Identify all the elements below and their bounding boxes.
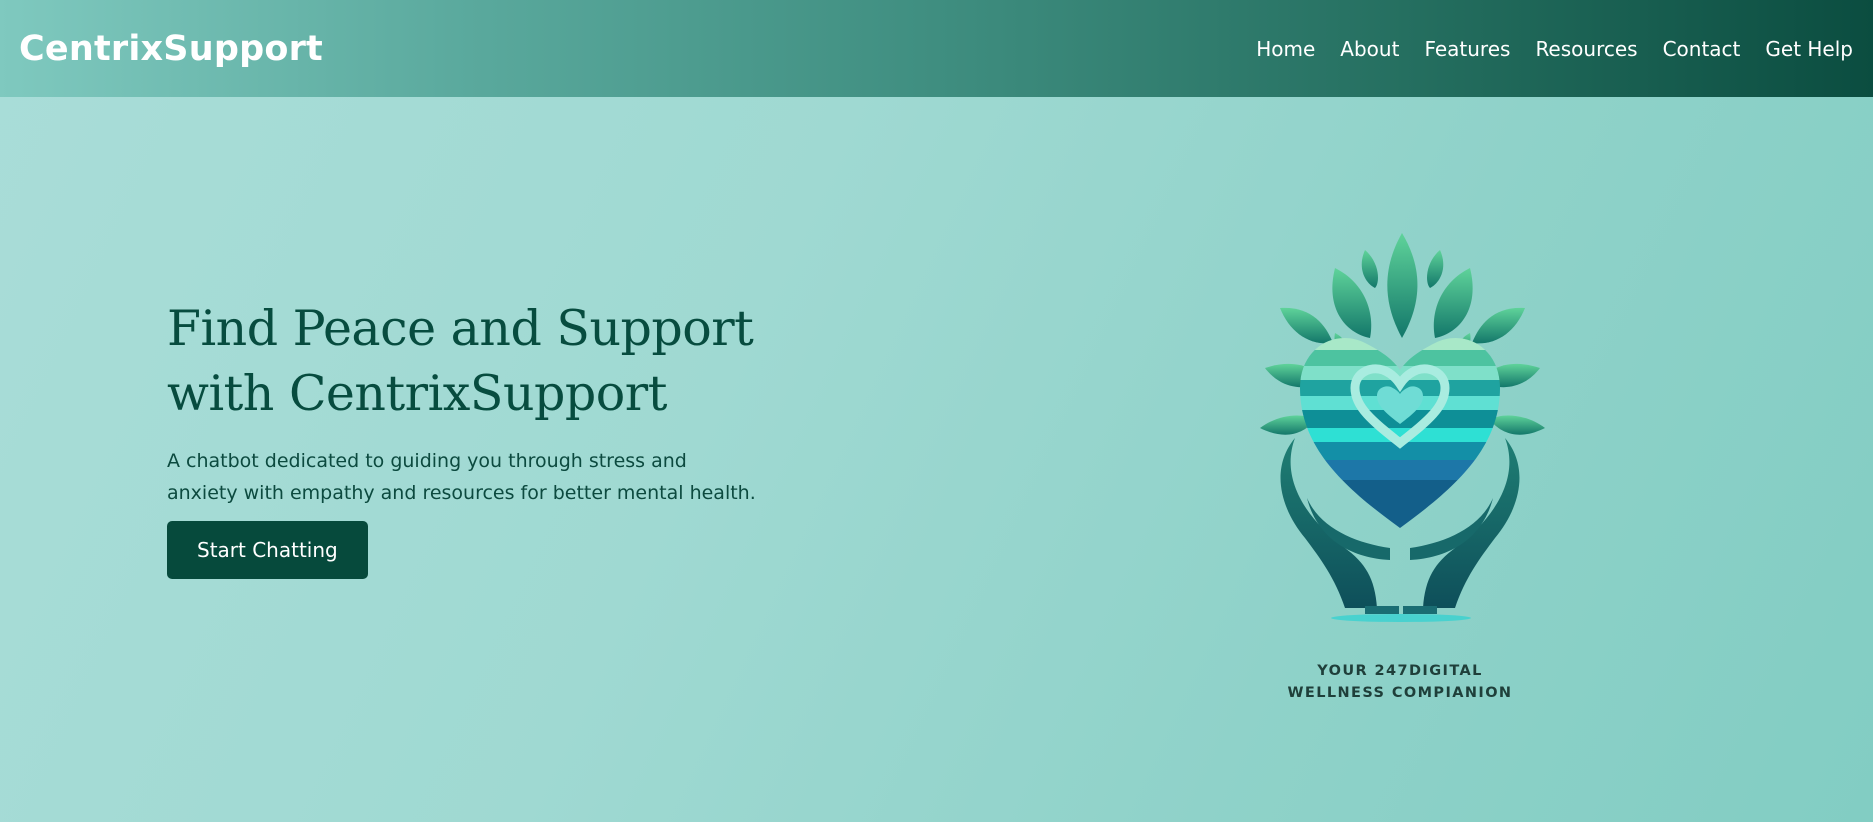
top-navbar: CentrixSupport Home About Features Resou… (0, 0, 1873, 97)
nav-link-home[interactable]: Home (1256, 37, 1315, 61)
heart-hands-leaves-icon (1260, 233, 1545, 622)
hero-description-line-1: A chatbot dedicated to guiding you throu… (167, 450, 687, 472)
hero-title-line-1: Find Peace and Support (167, 300, 754, 357)
nav-link-features[interactable]: Features (1424, 37, 1510, 61)
logo-tagline-line-1: YOUR 247DIGITAL (1317, 663, 1483, 679)
nav-link-contact[interactable]: Contact (1663, 37, 1741, 61)
nav-link-get-help[interactable]: Get Help (1765, 37, 1853, 61)
nav-links: Home About Features Resources Contact Ge… (1231, 37, 1853, 61)
hero-description-line-2: anxiety with empathy and resources for b… (167, 482, 756, 504)
nav-link-resources[interactable]: Resources (1535, 37, 1637, 61)
hero-description: A chatbot dedicated to guiding you throu… (167, 445, 807, 509)
logo-tagline: YOUR 247DIGITAL WELLNESS COMPIANION (1230, 660, 1570, 704)
brand-logo-text[interactable]: CentrixSupport (19, 29, 323, 69)
hero-title: Find Peace and Support with CentrixSuppo… (167, 296, 847, 426)
hero-section: Find Peace and Support with CentrixSuppo… (167, 296, 847, 579)
logo-tagline-line-2: WELLNESS COMPIANION (1287, 685, 1513, 701)
hero-title-line-2: with CentrixSupport (167, 365, 667, 422)
start-chatting-button[interactable]: Start Chatting (167, 521, 368, 579)
nav-link-about[interactable]: About (1340, 37, 1399, 61)
wellness-logo (1225, 228, 1575, 708)
